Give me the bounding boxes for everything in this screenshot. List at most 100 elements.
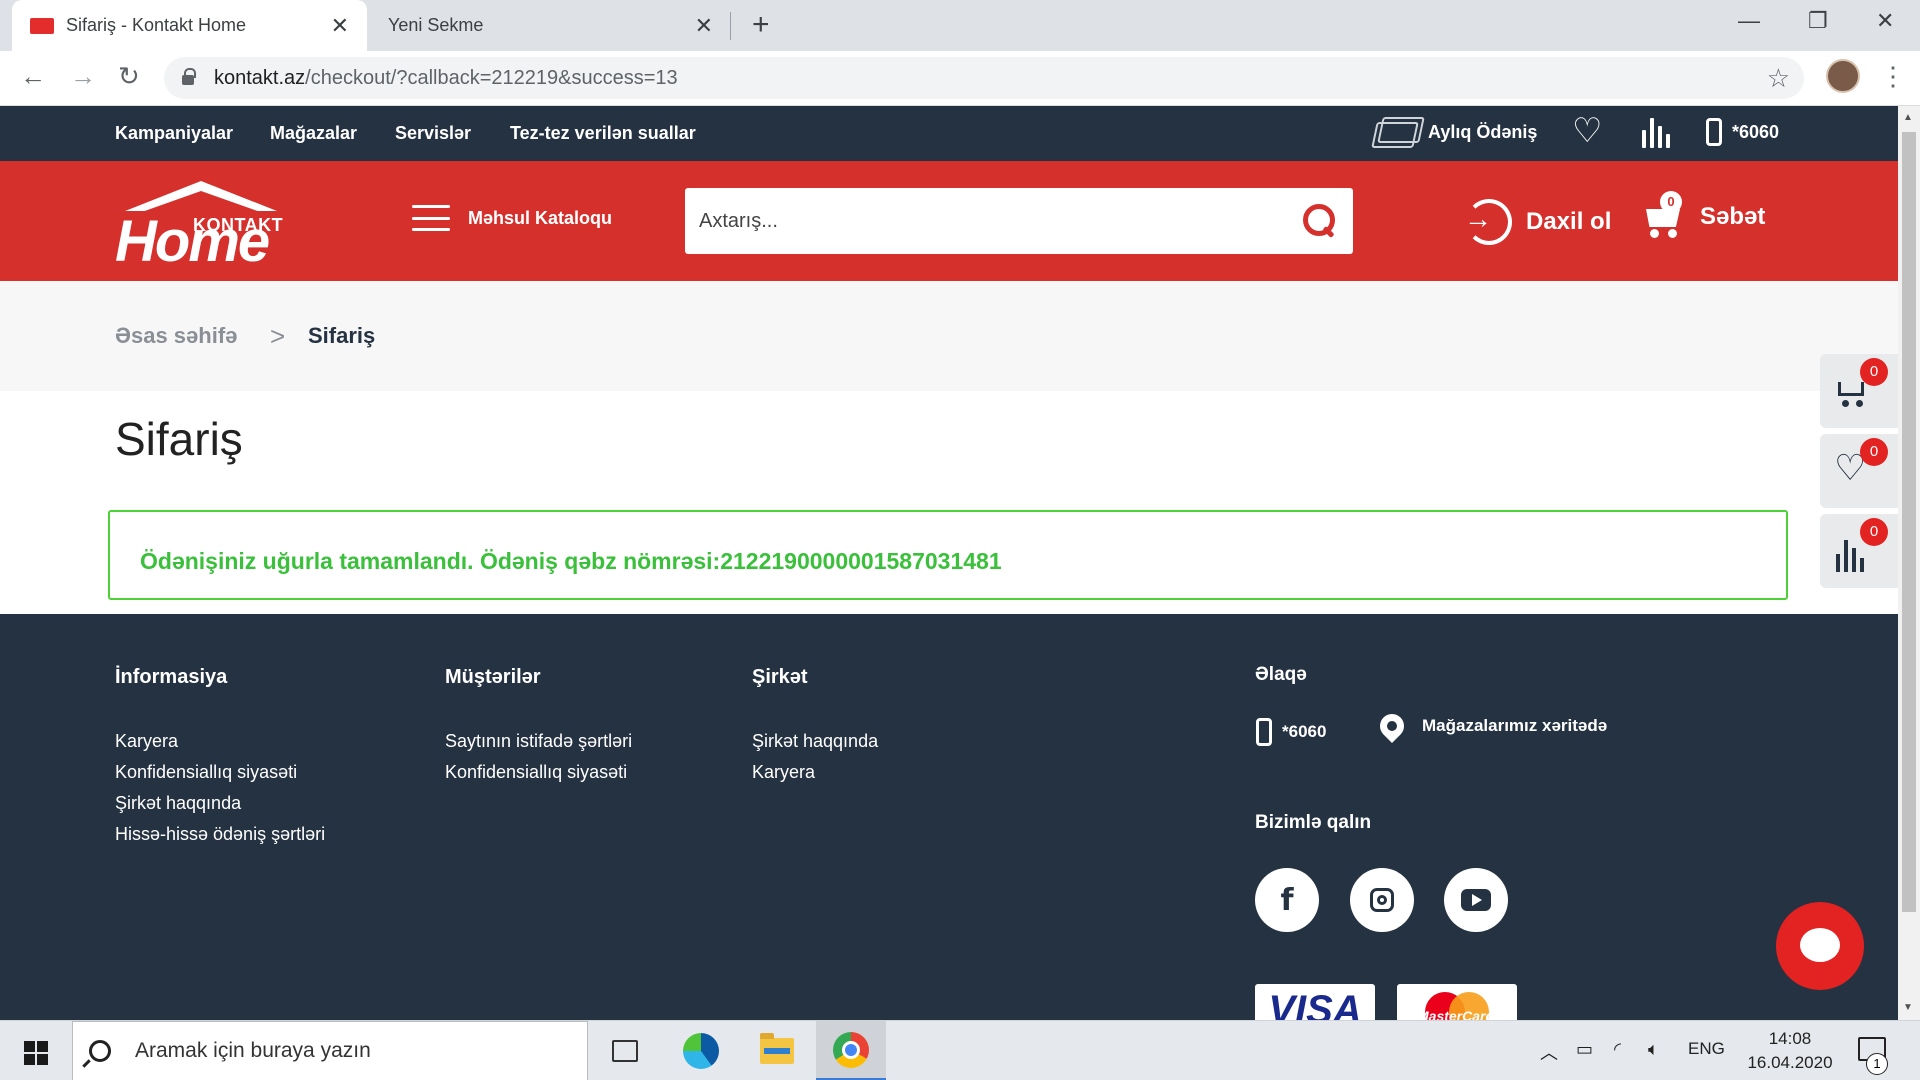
windows-start-icon[interactable] (24, 1041, 48, 1065)
map-pin-icon (1375, 709, 1409, 743)
kontakt-home-logo[interactable]: Home KONTAKT (115, 181, 295, 273)
volume-icon[interactable]: 🔈︎ (1648, 1039, 1659, 1060)
monthly-payment-link[interactable]: Aylıq Ödəniş (1370, 114, 1537, 150)
taskbar-search-box[interactable]: Aramak için buraya yazın (72, 1021, 588, 1080)
back-icon[interactable]: ← (20, 61, 46, 92)
stores-map-link[interactable]: Mağazalarımız xəritədə (1375, 709, 1607, 743)
breadcrumb-home[interactable]: Əsas səhifə (115, 323, 237, 349)
notification-count-badge: 1 (1866, 1053, 1888, 1075)
search-input[interactable] (699, 209, 1259, 233)
edge-app[interactable] (666, 1021, 736, 1080)
footer-phone-number: *6060 (1282, 722, 1327, 741)
reload-icon[interactable]: ↻ (118, 61, 140, 92)
battery-icon[interactable]: ▭ (1576, 1039, 1593, 1060)
footer-link[interactable]: Karyera (752, 757, 878, 788)
money-icon (1370, 114, 1422, 150)
profile-avatar[interactable] (1826, 59, 1860, 93)
close-tab-icon[interactable]: ✕ (331, 13, 349, 39)
cart-label: Səbət (1700, 203, 1766, 230)
live-chat-button[interactable] (1776, 902, 1864, 990)
phone-icon (1256, 718, 1272, 746)
compare-icon (1836, 540, 1864, 572)
cart-button[interactable]: 0 Səbət (1642, 191, 1766, 239)
kontakt-favicon-icon (30, 17, 54, 34)
bookmark-star-icon[interactable]: ☆ (1767, 63, 1790, 94)
footer-link[interactable]: Hissə-hissə ödəniş şərtləri (115, 819, 325, 850)
search-icon (89, 1040, 111, 1062)
tab-kontakt-checkout[interactable]: Sifariş - Kontakt Home ✕ (12, 0, 367, 51)
browser-toolbar: ← → ↻ kontakt.az/checkout/?callback=2122… (0, 51, 1920, 106)
minimize-icon[interactable]: — (1738, 8, 1760, 34)
clock-time: 14:08 (1768, 1029, 1812, 1048)
youtube-icon[interactable] (1444, 868, 1508, 932)
payment-success-alert: Ödənişiniz uğurla tamamlandı. Ödəniş qəb… (108, 510, 1788, 600)
nav-campaigns[interactable]: Kampaniyalar (115, 123, 233, 144)
address-bar[interactable]: kontakt.az/checkout/?callback=212219&suc… (164, 57, 1804, 99)
footer-link[interactable]: Karyera (115, 726, 325, 757)
side-wishlist-badge: 0 (1860, 438, 1888, 466)
phone-link[interactable]: *6060 (1706, 118, 1779, 146)
cart-count-badge: 0 (1660, 191, 1682, 213)
restore-icon[interactable]: ❐ (1808, 8, 1828, 34)
footer-contact-title: Əlaqə (1255, 664, 1307, 685)
chat-bubble-icon (1800, 928, 1840, 962)
footer-link[interactable]: Konfidensiallıq siyasəti (115, 757, 325, 788)
footer-link[interactable]: Saytının istifadə şərtləri (445, 726, 632, 757)
task-view-button[interactable] (590, 1021, 660, 1080)
compare-icon[interactable] (1642, 118, 1670, 148)
product-catalog-button[interactable]: Məhsul Kataloqu (412, 205, 612, 231)
lock-icon[interactable] (182, 68, 196, 85)
instagram-icon[interactable] (1350, 868, 1414, 932)
footer-phone-link[interactable]: *6060 (1256, 718, 1326, 746)
system-clock[interactable]: 14:08 16.04.2020 (1740, 1027, 1840, 1075)
file-explorer-app[interactable] (742, 1021, 812, 1080)
close-window-icon[interactable]: ✕ (1876, 8, 1894, 34)
language-indicator[interactable]: ENG (1688, 1039, 1725, 1059)
footer-link[interactable]: Şirkət haqqında (115, 788, 325, 819)
chevron-up-icon[interactable]: ︿ (1540, 1039, 1558, 1065)
wifi-icon[interactable]: ◜ (1614, 1039, 1621, 1060)
nav-stores[interactable]: Mağazalar (270, 123, 357, 144)
search-icon[interactable] (1301, 202, 1335, 236)
side-compare-button[interactable]: 0 (1820, 514, 1898, 588)
nav-faq[interactable]: Tez-tez verilən suallar (510, 123, 696, 144)
browser-tabstrip: Sifariş - Kontakt Home ✕ Yeni Sekme ✕ + … (0, 0, 1920, 51)
cart-icon: 0 (1642, 191, 1686, 239)
footer-info-links: Karyera Konfidensiallıq siyasəti Şirkət … (115, 726, 325, 850)
chrome-app[interactable] (816, 1021, 886, 1080)
facebook-icon[interactable]: f (1255, 868, 1319, 932)
breadcrumb: Əsas səhifə > Sifariş (0, 281, 1898, 391)
monthly-payment-label: Aylıq Ödəniş (1428, 121, 1538, 142)
folder-icon (760, 1033, 794, 1064)
breadcrumb-current: Sifariş (308, 323, 376, 348)
hamburger-menu-icon (412, 205, 450, 231)
scroll-thumb[interactable] (1902, 132, 1916, 912)
footer-company-title: Şirkət (752, 666, 808, 688)
login-button[interactable]: Daxil ol (1464, 199, 1612, 245)
new-tab-icon[interactable]: + (752, 8, 770, 42)
nav-services[interactable]: Servislər (395, 123, 471, 144)
footer-info-title: İnformasiya (115, 666, 228, 688)
footer-link[interactable]: Konfidensiallıq siyasəti (445, 757, 632, 788)
login-label: Daxil ol (1526, 208, 1612, 235)
side-compare-badge: 0 (1860, 518, 1888, 546)
tab-separator (730, 12, 731, 40)
windows-taskbar: Aramak için buraya yazın ︿ ▭ ◜ 🔈︎ ENG 14… (0, 1020, 1920, 1080)
scroll-down-icon[interactable]: ▼ (1903, 1002, 1913, 1013)
scroll-up-icon[interactable]: ▲ (1903, 112, 1913, 123)
tab-title: Yeni Sekme (388, 15, 484, 35)
side-wishlist-button[interactable]: ♡ 0 (1820, 434, 1898, 508)
task-view-icon (612, 1040, 638, 1062)
clock-date: 16.04.2020 (1747, 1053, 1833, 1072)
tab-new-tab[interactable]: Yeni Sekme ✕ (376, 0, 731, 51)
chevron-right-icon: > (270, 321, 286, 351)
wishlist-heart-icon[interactable]: ♡ (1572, 114, 1602, 148)
side-cart-button[interactable]: 0 (1820, 354, 1898, 428)
chrome-icon (833, 1031, 869, 1068)
close-tab-icon[interactable]: ✕ (695, 13, 713, 39)
forward-icon[interactable]: → (70, 61, 96, 92)
footer-link[interactable]: Şirkət haqqında (752, 726, 878, 757)
taskbar-search-placeholder: Aramak için buraya yazın (135, 1039, 371, 1062)
page-scrollbar[interactable]: ▲ ▼ (1898, 106, 1920, 1020)
browser-menu-icon[interactable]: ⋮ (1880, 61, 1906, 92)
